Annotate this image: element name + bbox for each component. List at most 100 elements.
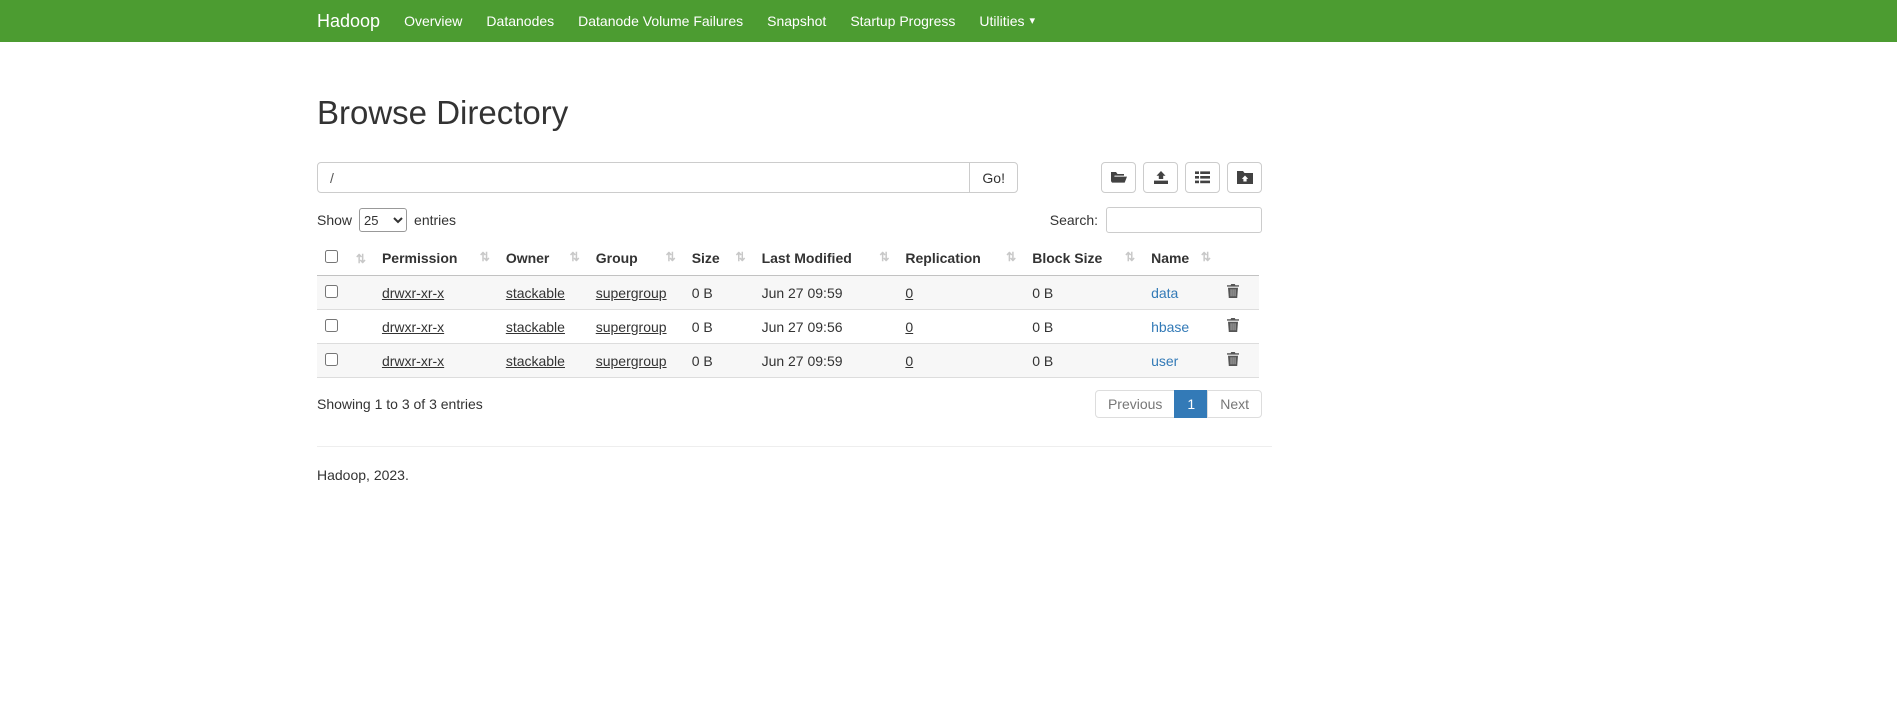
directory-link[interactable]: user [1151, 353, 1178, 369]
column-label: Replication [905, 250, 980, 266]
name-cell: hbase [1143, 310, 1219, 344]
upload-button[interactable] [1143, 162, 1178, 193]
page-title: Browse Directory [317, 94, 1262, 132]
group-value[interactable]: supergroup [596, 319, 667, 335]
replication-cell: 0 [897, 276, 1024, 310]
sort-icon: ⇅ [356, 252, 366, 266]
group-value[interactable]: supergroup [596, 285, 667, 301]
table-info: Showing 1 to 3 of 3 entries [317, 396, 483, 412]
sort-icon: ⇅ [736, 250, 746, 266]
pagination-previous[interactable]: Previous [1095, 390, 1175, 418]
permission-value[interactable]: drwxr-xr-x [382, 319, 444, 335]
list-button[interactable] [1185, 162, 1220, 193]
column-header-name[interactable]: Name ⇅ [1143, 245, 1219, 276]
group-value[interactable]: supergroup [596, 353, 667, 369]
column-header-actions [1219, 245, 1259, 276]
directory-link[interactable]: data [1151, 285, 1178, 301]
last-modified-cell: Jun 27 09:59 [754, 276, 898, 310]
actions-cell [1219, 310, 1259, 344]
row-select-cell [317, 276, 374, 310]
column-label: Last Modified [762, 250, 852, 266]
column-header-size[interactable]: Size ⇅ [684, 245, 754, 276]
path-bar: Go! [317, 162, 1262, 193]
row-checkbox[interactable] [325, 285, 338, 298]
table-header-row: ⇅ Permission ⇅ Owner ⇅ Group ⇅ Size ⇅ [317, 245, 1259, 276]
replication-value[interactable]: 0 [905, 285, 913, 301]
replication-value[interactable]: 0 [905, 353, 913, 369]
nav-item-startup-progress[interactable]: Startup Progress [838, 13, 967, 29]
sort-icon: ⇅ [879, 250, 889, 266]
delete-button[interactable] [1227, 284, 1239, 298]
column-label: Block Size [1032, 250, 1102, 266]
block-size-cell: 0 B [1024, 344, 1143, 378]
delete-button[interactable] [1227, 318, 1239, 332]
nav-item-utilities[interactable]: Utilities ▾ [967, 13, 1047, 29]
name-cell: data [1143, 276, 1219, 310]
sort-icon: ⇅ [1006, 250, 1016, 266]
trash-icon [1227, 284, 1239, 298]
nav-item-datanodes[interactable]: Datanodes [474, 13, 566, 29]
folder-open-button[interactable] [1101, 162, 1136, 193]
name-cell: user [1143, 344, 1219, 378]
folder-button[interactable] [1227, 162, 1262, 193]
nav-item-snapshot[interactable]: Snapshot [755, 13, 838, 29]
permission-cell: drwxr-xr-x [374, 344, 498, 378]
column-header-owner[interactable]: Owner ⇅ [498, 245, 588, 276]
nav-item-datanode-volume-failures[interactable]: Datanode Volume Failures [566, 13, 755, 29]
permission-cell: drwxr-xr-x [374, 310, 498, 344]
show-entries-control: Show 25 entries [317, 208, 456, 232]
sort-icon: ⇅ [570, 250, 580, 266]
directory-link[interactable]: hbase [1151, 319, 1189, 335]
folder-open-icon [1111, 171, 1127, 184]
go-button[interactable]: Go! [969, 162, 1018, 193]
show-label: Show [317, 212, 352, 228]
main-content: Browse Directory Go! [317, 94, 1262, 523]
group-cell: supergroup [588, 310, 684, 344]
column-header-last-modified[interactable]: Last Modified ⇅ [754, 245, 898, 276]
search-input[interactable] [1106, 207, 1262, 233]
replication-cell: 0 [897, 310, 1024, 344]
group-cell: supergroup [588, 344, 684, 378]
column-header-block-size[interactable]: Block Size ⇅ [1024, 245, 1143, 276]
owner-value[interactable]: stackable [506, 353, 565, 369]
sort-icon: ⇅ [480, 250, 490, 266]
column-label: Group [596, 250, 638, 266]
column-header-replication[interactable]: Replication ⇅ [897, 245, 1024, 276]
column-header-permission[interactable]: Permission ⇅ [374, 245, 498, 276]
owner-value[interactable]: stackable [506, 319, 565, 335]
select-all-checkbox[interactable] [325, 250, 338, 263]
pagination-next[interactable]: Next [1207, 390, 1262, 418]
owner-value[interactable]: stackable [506, 285, 565, 301]
size-cell: 0 B [684, 276, 754, 310]
replication-value[interactable]: 0 [905, 319, 913, 335]
actions-cell [1219, 344, 1259, 378]
column-label: Permission [382, 250, 457, 266]
table-footer: Showing 1 to 3 of 3 entries Previous 1 N… [317, 390, 1262, 418]
trash-icon [1227, 318, 1239, 332]
actions-cell [1219, 276, 1259, 310]
sort-icon: ⇅ [666, 250, 676, 266]
owner-cell: stackable [498, 310, 588, 344]
table-row: drwxr-xr-x stackable supergroup 0 B Jun … [317, 310, 1259, 344]
search-control: Search: [1050, 207, 1262, 233]
row-checkbox[interactable] [325, 353, 338, 366]
search-label: Search: [1050, 212, 1098, 228]
owner-cell: stackable [498, 276, 588, 310]
row-checkbox[interactable] [325, 319, 338, 332]
folder-icon [1237, 171, 1253, 184]
column-header-group[interactable]: Group ⇅ [588, 245, 684, 276]
navbar-brand[interactable]: Hadoop [317, 11, 380, 32]
size-cell: 0 B [684, 310, 754, 344]
last-modified-cell: Jun 27 09:59 [754, 344, 898, 378]
delete-button[interactable] [1227, 352, 1239, 366]
table-row: drwxr-xr-x stackable supergroup 0 B Jun … [317, 344, 1259, 378]
permission-value[interactable]: drwxr-xr-x [382, 285, 444, 301]
nav-item-overview[interactable]: Overview [392, 13, 474, 29]
select-all-header[interactable]: ⇅ [317, 245, 374, 276]
group-cell: supergroup [588, 276, 684, 310]
directory-path-input[interactable] [317, 162, 970, 193]
navbar: Hadoop Overview Datanodes Datanode Volum… [0, 0, 1897, 42]
pagination-page-1[interactable]: 1 [1174, 390, 1208, 418]
permission-value[interactable]: drwxr-xr-x [382, 353, 444, 369]
page-size-select[interactable]: 25 [359, 208, 407, 232]
